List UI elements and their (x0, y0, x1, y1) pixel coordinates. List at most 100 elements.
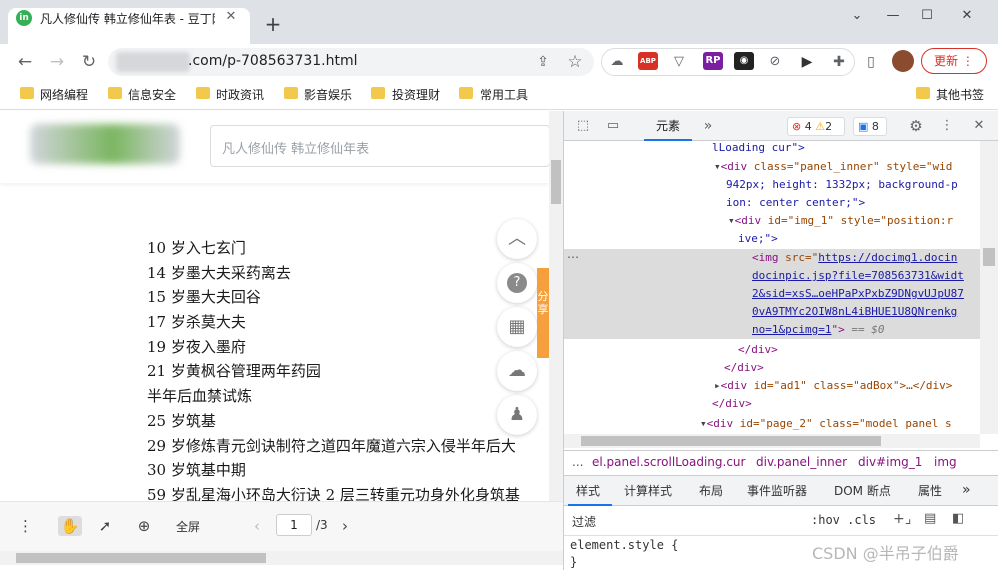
tab-layout[interactable]: 布局 (699, 482, 723, 499)
back-icon[interactable]: ← (14, 51, 36, 73)
profile-avatar[interactable] (892, 50, 914, 72)
prev-page-icon[interactable]: ‹ (250, 516, 264, 536)
devtools-close-icon[interactable]: ✕ (970, 117, 988, 135)
more-vertical-icon[interactable]: ⋮ (18, 516, 33, 536)
inspect-element-icon[interactable]: ⬚ (574, 117, 592, 135)
window-close-icon[interactable]: ✕ (952, 6, 982, 26)
qrcode-icon[interactable]: ▦ (497, 307, 537, 347)
hand-tool-icon[interactable]: ✋ (58, 516, 82, 536)
next-page-icon[interactable]: › (338, 516, 352, 536)
dom-line[interactable]: 0vA9TMYc2OIW8nL4iBHUE1U8QNrenkg (752, 303, 957, 321)
bookmark-folder-label[interactable]: 时政资讯 (216, 86, 264, 103)
tab-styles[interactable]: 样式 (576, 482, 600, 499)
maximize-icon[interactable]: ☐ (912, 6, 942, 26)
share-tab[interactable]: 分享 (537, 268, 549, 358)
issues-counter[interactable]: ⊗ 4 ⚠2 (787, 117, 845, 136)
dom-line[interactable]: </div> (724, 359, 764, 377)
breadcrumb-item[interactable]: ... (572, 455, 583, 469)
forward-icon[interactable]: → (46, 51, 68, 73)
site-logo[interactable] (30, 124, 180, 164)
page-scrollbar-thumb[interactable] (551, 160, 561, 204)
dom-line[interactable]: no=1&pcimg=1"> == $0 (752, 321, 884, 339)
extension-rp-icon[interactable]: RP (703, 52, 723, 70)
dom-line[interactable]: </div> (738, 341, 778, 359)
tab-properties[interactable]: 属性 (918, 482, 942, 499)
breadcrumb-item[interactable]: div#img_1 (858, 455, 922, 469)
window-chevron-icon[interactable]: ⌄ (842, 6, 872, 26)
url-text[interactable]: .com/p-708563731.html (188, 53, 358, 69)
dom-line[interactable]: ▸<div id="ad1" class="adBox">…</div> (714, 377, 952, 395)
page-horizontal-thumb[interactable] (16, 553, 266, 563)
dom-link[interactable]: https://docimg1.docin (818, 251, 957, 264)
qq-icon[interactable]: ♟ (497, 395, 537, 435)
more-tabs-icon[interactable]: » (700, 117, 716, 135)
dom-scrollbar-thumb[interactable] (983, 248, 995, 266)
tab-close-icon[interactable]: ✕ (222, 8, 240, 26)
document-line: 14 岁墨大夫采药离去 (147, 263, 291, 282)
zoom-in-icon[interactable]: ⊕ (134, 516, 154, 536)
dom-line[interactable]: </div> (712, 395, 752, 413)
devtools-menu-icon[interactable]: ⋮ (940, 117, 954, 135)
dom-line[interactable]: ▾<div class="panel_inner" style="wid (714, 158, 952, 176)
device-toggle-icon[interactable]: ▭ (604, 117, 622, 135)
new-style-rule-icon[interactable]: +⌟ (893, 511, 911, 527)
bookmark-folder-label[interactable]: 常用工具 (480, 86, 528, 103)
dom-scrollbar[interactable] (980, 141, 998, 434)
side-panel-icon[interactable]: ▯ (860, 51, 882, 73)
extension-cloud-icon[interactable]: ☁ (606, 51, 628, 73)
folder-icon (284, 87, 298, 99)
extension-link-icon[interactable]: ⊘ (764, 51, 786, 73)
styles-filter-input[interactable]: 过滤 (572, 513, 596, 530)
breadcrumb-item[interactable]: div.panel_inner (756, 455, 847, 469)
element-style-close: } (570, 555, 578, 569)
dom-tag: <div (720, 160, 754, 173)
dom-line[interactable]: lLoading cur"> (712, 141, 805, 157)
extension-play-icon[interactable]: ▶ (796, 51, 818, 73)
dom-line[interactable]: 2&sid=xsS…oeHPaPxPxbZ9DNgvUJpU87 (752, 285, 964, 303)
minimize-icon[interactable]: — (878, 6, 908, 26)
bookmark-folder-label[interactable]: 影音娱乐 (304, 86, 352, 103)
messages-counter[interactable]: ▣ 8 (853, 117, 887, 136)
page-number-input[interactable]: 1 (276, 514, 312, 536)
scroll-top-icon[interactable]: ︿ (497, 219, 537, 259)
dom-link[interactable]: 0vA9TMYc2OIW8nL4iBHUE1U8QNrenkg (752, 305, 957, 318)
adblock-plus-icon[interactable]: ABP (638, 52, 658, 70)
tab-computed[interactable]: 计算样式 (624, 482, 672, 499)
new-tab-icon[interactable]: + (262, 14, 284, 36)
breadcrumb-item[interactable]: img (934, 455, 957, 469)
toggle-sidebar-icon[interactable]: ◧ (952, 511, 964, 526)
other-bookmarks[interactable]: 其他书签 (936, 86, 984, 103)
dom-line[interactable]: ▾<div id="img_1" style="position:r (728, 212, 953, 230)
dom-horizontal-thumb[interactable] (581, 436, 881, 446)
paint-brush-icon[interactable]: ▤ (924, 511, 936, 526)
tab-elements[interactable]: 元素 (644, 111, 692, 141)
bookmark-folder-label[interactable]: 信息安全 (128, 86, 176, 103)
more-style-tabs-icon[interactable]: » (962, 482, 971, 498)
share-icon[interactable]: ⇪ (532, 51, 554, 73)
tab-dom-breakpoints[interactable]: DOM 断点 (834, 482, 891, 499)
select-cursor-icon[interactable]: ➚ (96, 516, 114, 536)
dom-tree[interactable]: lLoading cur"> ▾<div class="panel_inner"… (564, 141, 980, 434)
update-button[interactable]: 更新 ⋮ (921, 48, 987, 74)
dom-link[interactable]: no=1&pcimg=1 (752, 323, 831, 336)
tab-event-listeners[interactable]: 事件监听器 (747, 482, 807, 499)
wechat-icon[interactable]: ☁ (497, 351, 537, 391)
extensions-puzzle-icon[interactable]: ✚ (828, 51, 850, 73)
dom-link[interactable]: 2&sid=xsS…oeHPaPxPxbZ9DNgvUJpU87 (752, 287, 964, 300)
extension-mask-icon[interactable]: ◉ (734, 52, 754, 70)
filter-options[interactable]: :hov .cls (811, 513, 876, 527)
bookmark-folder-label[interactable]: 投资理财 (392, 86, 440, 103)
element-style-rule[interactable]: element.style { (570, 538, 678, 552)
extension-v-icon[interactable]: ▽ (668, 51, 690, 73)
settings-gear-icon[interactable]: ⚙ (906, 117, 926, 135)
reload-icon[interactable]: ↻ (78, 51, 100, 73)
dom-line[interactable]: docinpic.jsp?file=708563731&widt (752, 267, 964, 285)
dom-link[interactable]: docinpic.jsp?file=708563731&widt (752, 269, 964, 282)
bookmark-folder-label[interactable]: 网络编程 (40, 86, 88, 103)
fullscreen-button[interactable]: 全屏 (176, 518, 200, 535)
breadcrumb-item[interactable]: el.panel.scrollLoading.cur (592, 455, 745, 469)
dom-line-selected[interactable]: <img src="https://docimg1.docin (752, 249, 957, 267)
bookmark-star-icon[interactable]: ☆ (564, 51, 586, 73)
help-button[interactable]: ? (497, 263, 537, 303)
dom-line[interactable]: ▾<div id="page_2" class="model panel s (700, 415, 952, 433)
